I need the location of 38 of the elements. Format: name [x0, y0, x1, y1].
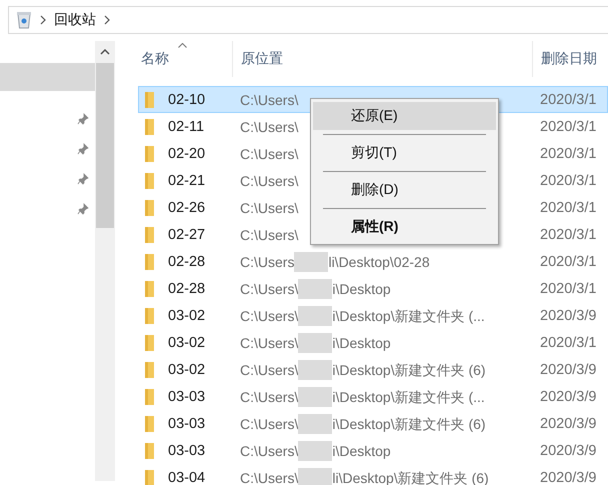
original-location: C:\Users\ [240, 362, 298, 378]
original-location: C:\Users\ [240, 334, 298, 350]
delete-date: 2020/3/1 [540, 226, 596, 242]
original-location: i\Desktop\新建文件夹 (6) [332, 416, 486, 432]
delete-date: 2020/3/1 [540, 200, 596, 216]
delete-date: 2020/3/1 [540, 280, 596, 296]
delete-date: 2020/3/9 [540, 416, 596, 432]
original-location: i\Desktop\新建文件夹 (... [332, 388, 485, 404]
delete-date: 2020/3/1 [540, 92, 596, 108]
delete-date: 2020/3/1 [540, 254, 596, 270]
original-location: C:\Users\ [240, 226, 298, 242]
delete-date: 2020/3/9 [540, 388, 596, 404]
original-location: i\Desktop [332, 334, 391, 350]
delete-date: 2020/3/1 [540, 146, 596, 162]
original-location: C:\Users\ [240, 200, 298, 216]
original-location: i\Desktop [332, 280, 391, 296]
original-location: C:\Users\ [240, 416, 298, 432]
original-location: C:\Users\ [240, 388, 298, 404]
delete-date: 2020/3/1 [540, 172, 596, 188]
original-location: C:\Users\ [240, 308, 298, 324]
delete-date: 2020/3/1 [540, 118, 596, 134]
original-location: i\Desktop\新建文件夹 (... [332, 308, 485, 324]
delete-date: 2020/3/9 [540, 470, 596, 485]
original-location: C:\Users [240, 254, 294, 270]
original-location: C:\Users\ [240, 470, 298, 485]
delete-date: 2020/3/1 [540, 334, 596, 350]
original-location: C:\Users\ [240, 118, 298, 134]
delete-date: 2020/3/9 [540, 442, 596, 458]
original-location: i\Desktop\新建文件夹 (6) [332, 362, 486, 378]
original-location: i\Desktop [332, 442, 391, 458]
original-location: C:\Users\ [240, 280, 298, 296]
original-location: C:\Users\ [240, 172, 298, 188]
original-location: C:\Users\ [240, 442, 298, 458]
delete-date: 2020/3/9 [540, 308, 596, 324]
delete-date: 2020/3/9 [540, 362, 596, 378]
original-location: C:\Users\ [240, 92, 298, 108]
original-location: C:\Users\ [240, 146, 298, 162]
original-location: li\Desktop\02-28 [328, 254, 430, 270]
